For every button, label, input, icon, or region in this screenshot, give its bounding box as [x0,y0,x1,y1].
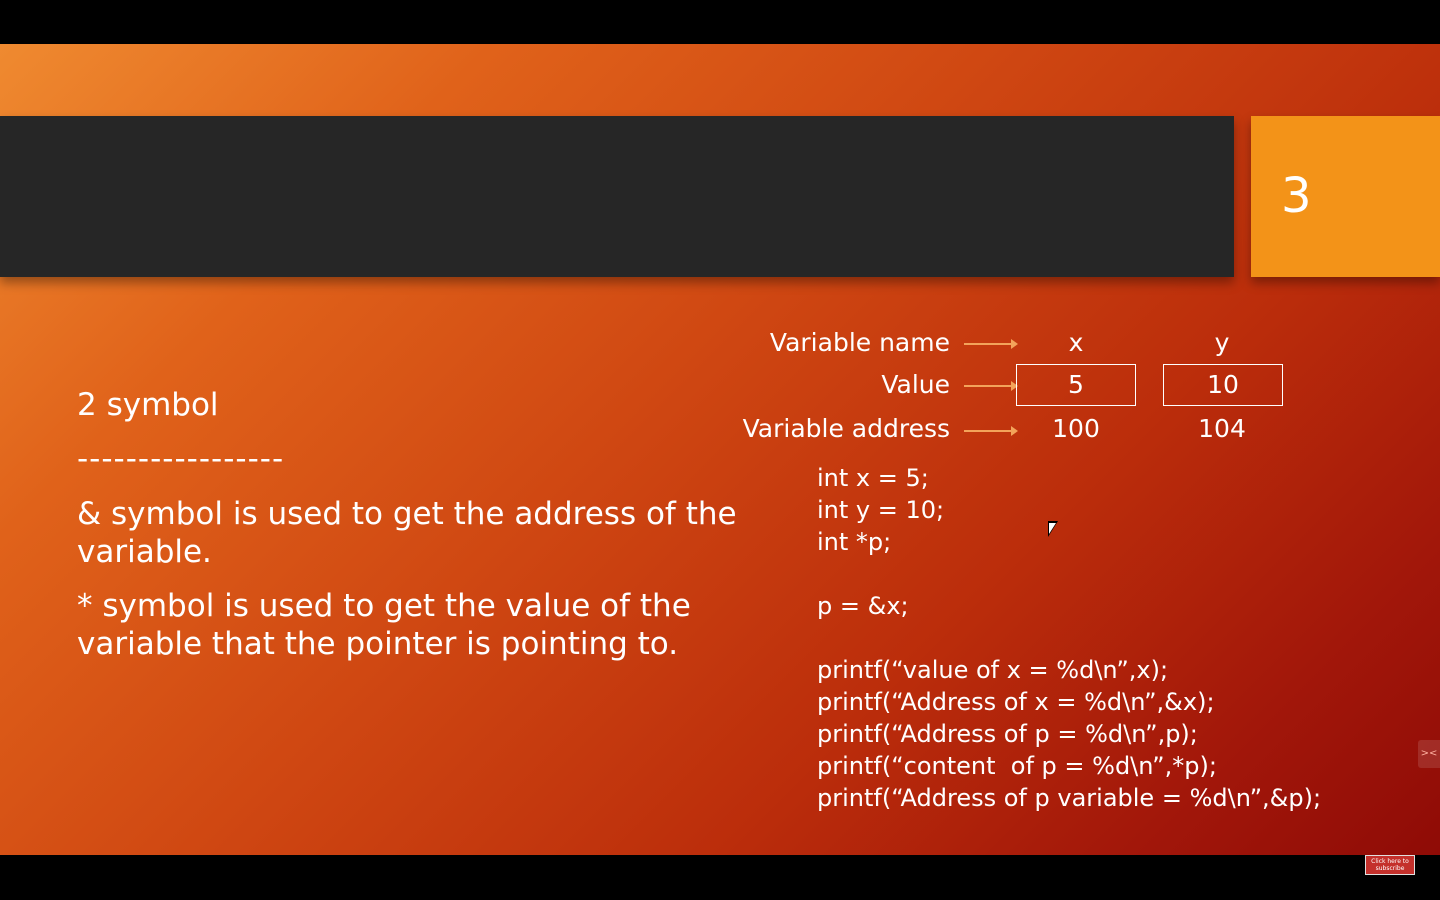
video-top-letterbox [0,0,1440,44]
code-block: int x = 5; int y = 10; int *p; p = &x; p… [817,462,1321,814]
video-bottom-letterbox [0,855,1440,900]
variable-x-value-box: 5 [1016,364,1136,406]
code-line: printf(“Address of x = %d\n”,&x); [817,688,1215,716]
value-label: Value [881,370,950,399]
expand-icon[interactable]: >< [1418,740,1440,768]
code-line: printf(“Address of p variable = %d\n”,&p… [817,784,1322,812]
variable-address-label: Variable address [742,414,950,443]
heading-divider: ----------------- [77,441,285,477]
code-line: p = &x; [817,592,909,620]
variable-name-arrow [964,339,1018,349]
value-arrow [964,381,1018,391]
variable-address-arrow [964,426,1018,436]
ampersand-description: & symbol is used to get the address of t… [77,496,737,570]
code-line: int y = 10; [817,496,945,524]
mouse-cursor-fill [1049,523,1056,534]
variable-x-address: 100 [1052,414,1100,443]
slide-number-box: 3 [1251,116,1440,277]
title-band [0,116,1234,277]
slide-number: 3 [1281,168,1312,224]
code-line: printf(“value of x = %d\n”,x); [817,656,1169,684]
code-line: printf(“Address of p = %d\n”,p); [817,720,1198,748]
slide-heading: 2 symbol [77,387,219,423]
variable-y-value-box: 10 [1163,364,1283,406]
variable-x-name: x [1068,328,1084,357]
variable-y-address: 104 [1198,414,1246,443]
variable-name-label: Variable name [769,328,950,357]
asterisk-description: * symbol is used to get the value of the… [77,588,691,662]
code-line: int *p; [817,528,892,556]
code-line: int x = 5; [817,464,929,492]
code-line: printf(“content of p = %d\n”,*p); [817,752,1217,780]
variable-y-name: y [1214,328,1230,357]
subscribe-button[interactable]: Click here to subscribe [1365,855,1415,875]
